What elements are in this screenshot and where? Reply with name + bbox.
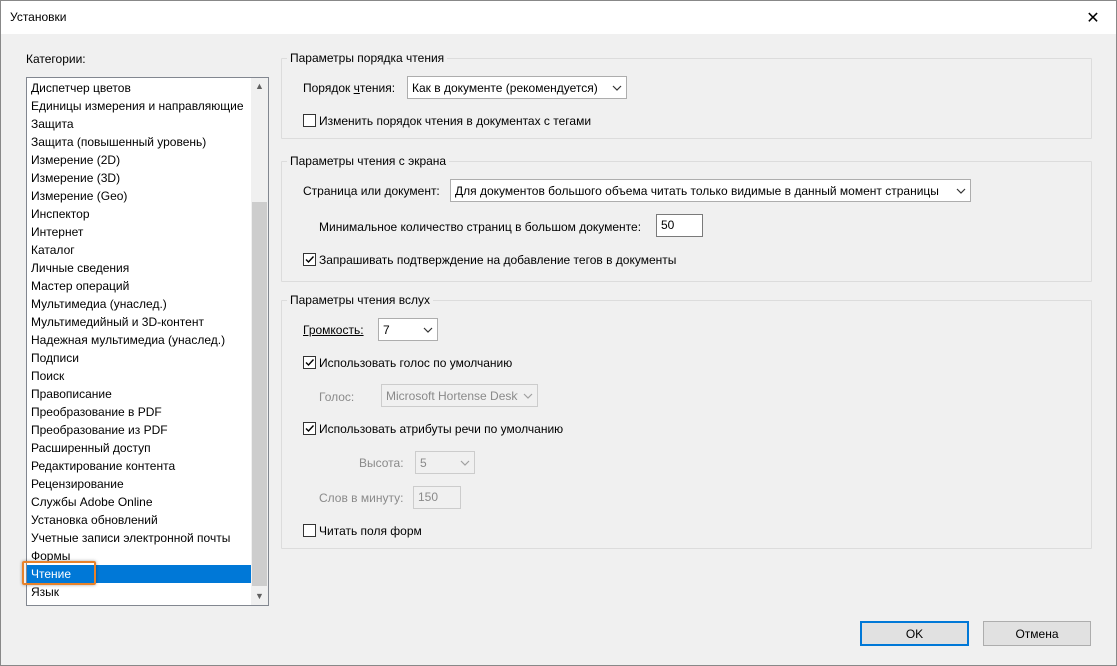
page-or-document-value: Для документов большого объема читать то… bbox=[455, 184, 939, 198]
category-item[interactable]: Язык bbox=[27, 583, 251, 601]
close-button[interactable]: ✕ bbox=[1070, 1, 1116, 34]
category-item[interactable]: Учетные записи электронной почты bbox=[27, 529, 251, 547]
scroll-thumb[interactable] bbox=[252, 202, 267, 586]
category-item[interactable]: Измерение (2D) bbox=[27, 151, 251, 169]
category-item[interactable]: Установка обновлений bbox=[27, 511, 251, 529]
category-item[interactable]: Измерение (Geo) bbox=[27, 187, 251, 205]
categories-scrollbar[interactable]: ▲ ▼ bbox=[251, 78, 268, 605]
preferences-dialog: Установки ✕ Категории: Диспетчер цветов Е… bbox=[0, 0, 1117, 666]
categories-list[interactable]: Диспетчер цветов Единицы измерения и напр… bbox=[26, 77, 269, 606]
category-item[interactable]: Службы Adobe Online bbox=[27, 493, 251, 511]
confirm-tags-checkbox[interactable] bbox=[303, 253, 316, 266]
page-or-document-label: Страница или документ: bbox=[303, 184, 440, 198]
default-voice-label: Использовать голос по умолчанию bbox=[319, 356, 513, 370]
reading-order-value: Как в документе (рекомендуется) bbox=[412, 81, 598, 95]
reading-order-select[interactable]: Как в документе (рекомендуется) bbox=[407, 76, 627, 99]
default-speech-attributes-label: Использовать атрибуты речи по умолчанию bbox=[319, 422, 564, 436]
volume-value: 7 bbox=[383, 323, 390, 337]
category-item[interactable]: Поиск bbox=[27, 367, 251, 385]
volume-select[interactable]: 7 bbox=[378, 318, 438, 341]
category-item[interactable]: Мастер операций bbox=[27, 277, 251, 295]
chevron-down-icon bbox=[419, 319, 437, 340]
voice-value: Microsoft Hortense Deskt bbox=[386, 389, 518, 403]
read-aloud-title: Параметры чтения вслух bbox=[287, 293, 433, 307]
category-item[interactable]: Надежная мультимедиа (унаслед.) bbox=[27, 331, 251, 349]
confirm-tags-label: Запрашивать подтверждение на добавление … bbox=[319, 253, 677, 267]
pitch-value: 5 bbox=[420, 456, 427, 470]
category-item[interactable]: Каталог bbox=[27, 241, 251, 259]
default-speech-attributes-checkbox[interactable] bbox=[303, 422, 316, 435]
words-per-minute-input[interactable]: 150 bbox=[413, 486, 461, 509]
page-or-document-select[interactable]: Для документов большого объема читать то… bbox=[450, 179, 971, 202]
min-pages-label: Минимальное количество страниц в большом… bbox=[319, 220, 642, 234]
category-item[interactable]: Преобразование из PDF bbox=[27, 421, 251, 439]
category-item[interactable]: Подписи bbox=[27, 349, 251, 367]
default-voice-checkbox[interactable] bbox=[303, 356, 316, 369]
category-item[interactable]: Рецензирование bbox=[27, 475, 251, 493]
voice-label: Голос: bbox=[319, 390, 355, 404]
category-item[interactable]: Единицы измерения и направляющие bbox=[27, 97, 251, 115]
category-item[interactable]: Редактирование контента bbox=[27, 457, 251, 475]
category-item[interactable]: Защита bbox=[27, 115, 251, 133]
min-pages-input[interactable]: 50 bbox=[656, 214, 703, 237]
checkmark-icon bbox=[305, 425, 315, 433]
volume-label: Громкость: bbox=[303, 323, 364, 337]
category-item[interactable]: Диспетчер цветов bbox=[27, 79, 251, 97]
category-item[interactable]: Измерение (3D) bbox=[27, 169, 251, 187]
reading-order-label: Порядок чтения: bbox=[303, 81, 396, 95]
pitch-select[interactable]: 5 bbox=[415, 451, 475, 474]
window-title: Установки bbox=[10, 10, 67, 24]
scroll-down-icon[interactable]: ▼ bbox=[251, 588, 268, 605]
chevron-down-icon bbox=[519, 385, 537, 406]
screen-reader-title: Параметры чтения с экрана bbox=[287, 154, 450, 168]
close-icon: ✕ bbox=[1086, 9, 1100, 27]
chevron-down-icon bbox=[456, 452, 474, 473]
voice-select[interactable]: Microsoft Hortense Deskt bbox=[381, 384, 538, 407]
override-reading-order-label: Изменить порядок чтения в документах с т… bbox=[319, 114, 592, 128]
category-item[interactable]: Интернет bbox=[27, 223, 251, 241]
pitch-label: Высота: bbox=[359, 456, 404, 470]
override-reading-order-checkbox[interactable] bbox=[303, 114, 316, 127]
category-item[interactable]: Инспектор bbox=[27, 205, 251, 223]
read-form-fields-checkbox[interactable] bbox=[303, 524, 316, 537]
title-bar: Установки ✕ bbox=[1, 1, 1116, 34]
ok-button[interactable]: OK bbox=[860, 621, 969, 646]
category-item[interactable]: Защита (повышенный уровень) bbox=[27, 133, 251, 151]
chevron-down-icon bbox=[608, 77, 626, 98]
category-item[interactable]: Чтение bbox=[27, 565, 251, 583]
words-per-minute-label: Слов в минуту: bbox=[319, 491, 404, 505]
scroll-up-icon[interactable]: ▲ bbox=[251, 78, 268, 95]
category-item[interactable]: Преобразование в PDF bbox=[27, 403, 251, 421]
category-item[interactable]: Расширенный доступ bbox=[27, 439, 251, 457]
categories-items: Диспетчер цветов Единицы измерения и напр… bbox=[27, 78, 251, 605]
category-item[interactable]: Мультимедийный и 3D-контент bbox=[27, 313, 251, 331]
category-item[interactable]: Мультимедиа (унаслед.) bbox=[27, 295, 251, 313]
reading-order-title: Параметры порядка чтения bbox=[287, 51, 448, 65]
checkmark-icon bbox=[305, 256, 315, 264]
cancel-button[interactable]: Отмена bbox=[983, 621, 1091, 646]
read-form-fields-label: Читать поля форм bbox=[319, 524, 422, 538]
category-item[interactable]: Правописание bbox=[27, 385, 251, 403]
categories-label: Категории: bbox=[26, 52, 86, 66]
chevron-down-icon bbox=[952, 180, 970, 201]
category-item[interactable]: Формы bbox=[27, 547, 251, 565]
category-item[interactable]: Личные сведения bbox=[27, 259, 251, 277]
checkmark-icon bbox=[305, 359, 315, 367]
